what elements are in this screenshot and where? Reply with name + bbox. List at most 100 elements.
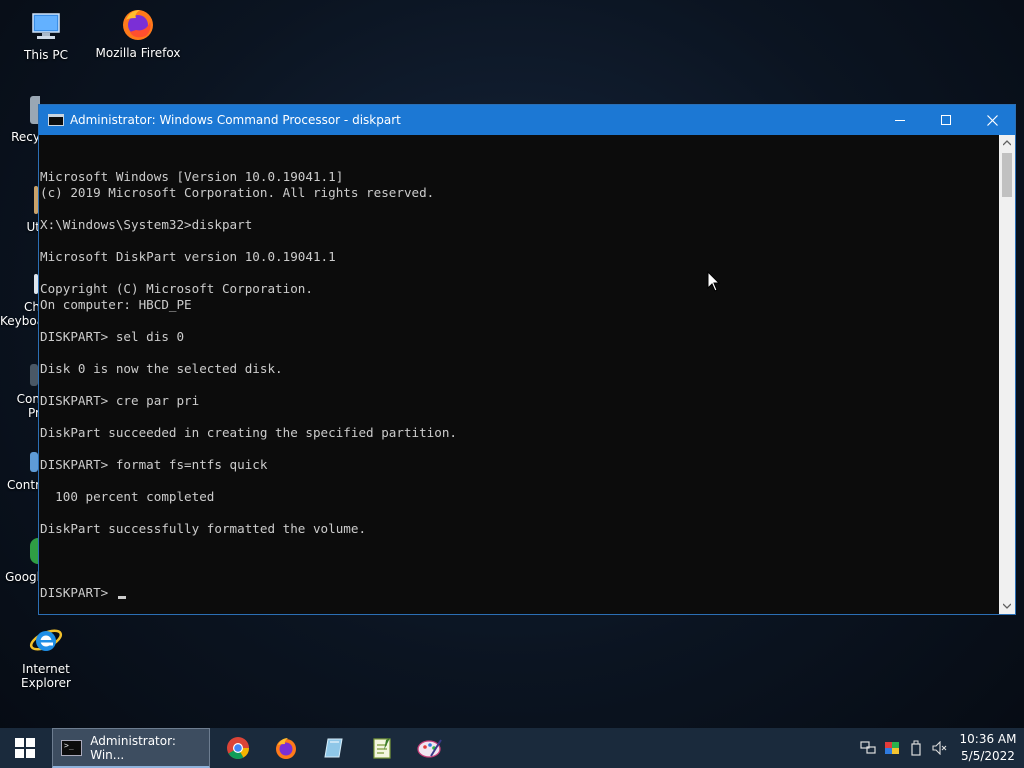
- display-tray-button[interactable]: [880, 728, 904, 768]
- console-line: DISKPART> sel dis 0: [40, 329, 185, 344]
- desktop-icon-label: Mozilla Firefox: [95, 46, 181, 60]
- taskbar-item-command-prompt[interactable]: Administrator: Win...: [52, 728, 210, 768]
- desktop-icon-control-panel[interactable]: Contr: [0, 452, 40, 492]
- close-icon: [986, 114, 998, 126]
- console-line: On computer: HBCD_PE: [40, 297, 192, 312]
- desktop-icon-recycle-bin[interactable]: Recy: [0, 96, 40, 144]
- volume-muted-icon: [932, 741, 947, 755]
- notepad-icon: [373, 738, 391, 759]
- taskbar-pin-firefox[interactable]: [262, 728, 310, 768]
- desktop-icon-label: Pr: [28, 406, 40, 420]
- command-prompt-window[interactable]: Administrator: Windows Command Processor…: [38, 104, 1016, 615]
- start-button[interactable]: [0, 728, 50, 768]
- console-line: (c) 2019 Microsoft Corporation. All righ…: [40, 185, 435, 200]
- chevron-down-icon: [1003, 603, 1011, 609]
- scroll-down-button[interactable]: [999, 598, 1015, 614]
- taskbar-item-label: Administrator: Win...: [90, 733, 176, 762]
- desktop-icon-label: Keyboa: [0, 314, 40, 328]
- firefox-icon: [123, 10, 153, 40]
- desktop-icon-utilities[interactable]: Ut: [0, 186, 40, 234]
- taskbar-clock[interactable]: 10:36 AM 5/5/2022: [952, 731, 1024, 765]
- console-line: Disk 0 is now the selected disk.: [40, 361, 283, 376]
- paint-icon: [417, 739, 442, 758]
- usb-tray-button[interactable]: [904, 728, 928, 768]
- scrollbar-thumb[interactable]: [1002, 153, 1012, 197]
- taskbar-pin-file-tool[interactable]: [310, 728, 358, 768]
- console-line: Microsoft Windows [Version 10.0.19041.1]: [40, 169, 344, 184]
- display-color-icon: [885, 742, 899, 754]
- scroll-up-button[interactable]: [999, 135, 1015, 151]
- system-tray: 10:36 AM 5/5/2022: [856, 728, 1024, 768]
- desktop-icon-firefox[interactable]: Mozilla Firefox: [92, 6, 184, 60]
- desktop-icon-label: Recy: [11, 130, 40, 144]
- internet-explorer-icon: [29, 629, 63, 651]
- network-tray-button[interactable]: [856, 728, 880, 768]
- console-line: DiskPart succeeded in creating the speci…: [40, 425, 458, 440]
- desktop-icon-label: Contr: [7, 478, 40, 492]
- desktop-icon-label: This PC: [24, 48, 68, 62]
- maximize-button[interactable]: [923, 105, 969, 135]
- taskbar: Administrator: Win...: [0, 728, 1024, 768]
- desktop-icon-label: Ch: [24, 300, 40, 314]
- console-icon: [30, 364, 38, 386]
- desktop-icon-keyboard[interactable]: Ch Keyboa: [0, 274, 40, 328]
- maximize-icon: [941, 115, 951, 125]
- console-line: 100 percent completed: [40, 489, 215, 504]
- console-prompt-line[interactable]: DISKPART>: [40, 585, 1000, 601]
- console-line: Copyright (C) Microsoft Corporation.: [40, 281, 313, 296]
- file-tool-icon: [324, 738, 343, 758]
- desktop-icon-label: Ut: [26, 220, 41, 234]
- chrome-icon: [227, 737, 249, 759]
- taskbar-pin-chrome[interactable]: [214, 728, 262, 768]
- console-line: X:\Windows\System32>diskpart: [40, 217, 253, 232]
- desktop-icon-internet-explorer[interactable]: Internet Explorer: [0, 622, 92, 690]
- minimize-button[interactable]: [877, 105, 923, 135]
- windows-logo-icon: [15, 738, 35, 758]
- console-line: Microsoft DiskPart version 10.0.19041.1: [40, 249, 336, 264]
- desktop-icon-console[interactable]: Con Pr: [0, 364, 40, 420]
- network-icon: [860, 741, 876, 754]
- text-cursor: [117, 596, 126, 599]
- command-prompt-icon: [61, 739, 83, 756]
- desktop-icon-label: Con: [16, 392, 40, 406]
- console-line: DISKPART> format fs=ntfs quick: [40, 457, 268, 472]
- window-title: Administrator: Windows Command Processor…: [70, 113, 401, 127]
- desktop-icon-google-chrome[interactable]: Googl: [0, 538, 40, 584]
- clock-date: 5/5/2022: [961, 749, 1015, 763]
- this-pc-icon: [32, 13, 60, 39]
- control-panel-icon: [30, 452, 38, 472]
- usb-drive-icon: [911, 740, 921, 756]
- desktop-icon-label: Internet Explorer: [21, 662, 71, 690]
- volume-tray-button[interactable]: [928, 728, 952, 768]
- taskbar-pin-paint[interactable]: [406, 728, 454, 768]
- mouse-pointer-icon: [707, 271, 721, 292]
- chrome-icon: [30, 538, 38, 564]
- desktop-icon-this-pc[interactable]: This PC: [0, 8, 92, 62]
- vertical-scrollbar[interactable]: [999, 135, 1015, 614]
- clock-time: 10:36 AM: [959, 732, 1017, 746]
- console-lines: Microsoft Windows [Version 10.0.19041.1]…: [40, 169, 1000, 553]
- console-prompt: DISKPART>: [40, 585, 116, 600]
- chevron-up-icon: [1003, 140, 1011, 146]
- console-line: DISKPART> cre par pri: [40, 393, 200, 408]
- console-output[interactable]: Microsoft Windows [Version 10.0.19041.1]…: [39, 135, 1000, 614]
- minimize-icon: [895, 120, 905, 121]
- firefox-icon: [276, 738, 296, 759]
- command-prompt-icon: [48, 114, 64, 126]
- taskbar-pin-notepad[interactable]: [358, 728, 406, 768]
- close-button[interactable]: [969, 105, 1015, 135]
- desktop-icon-label: Googl: [5, 570, 40, 584]
- console-line: DiskPart successfully formatted the volu…: [40, 521, 367, 536]
- window-titlebar[interactable]: Administrator: Windows Command Processor…: [39, 105, 1015, 135]
